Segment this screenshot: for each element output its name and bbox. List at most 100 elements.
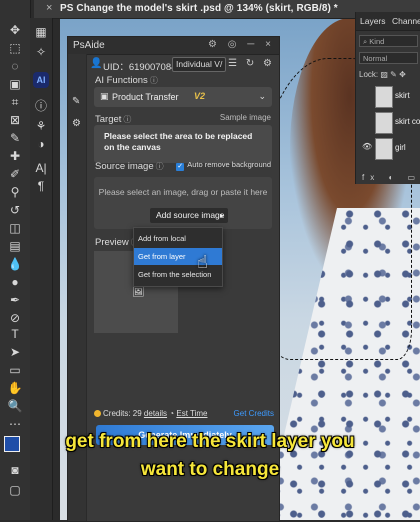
zoom-tool-icon[interactable]: 🔍 — [6, 398, 24, 414]
history-brush-icon[interactable]: ↺ — [6, 202, 24, 218]
layers-bottom-icons[interactable]: fx ◐ ▭ — [356, 173, 420, 182]
target-text: Target — [95, 114, 122, 125]
layer-row[interactable]: 👁 girl — [359, 136, 420, 160]
panel-header[interactable]: PsAide ⚙ ◎ ─ × — [68, 37, 279, 55]
search-icon: ⌕ — [363, 37, 368, 46]
lock-row: Lock: ▨ ✎ ✥ — [359, 70, 406, 79]
lock-icons[interactable]: ▨ ✎ ✥ — [380, 70, 405, 79]
ai-functions-text: AI Functions — [95, 75, 148, 86]
eyedropper-tool-icon[interactable]: ✎ — [6, 130, 24, 146]
move-tool-icon[interactable]: ✥ — [6, 22, 24, 38]
dodge-tool-icon[interactable]: ● — [6, 274, 24, 290]
paragraph-icon[interactable]: ¶ — [32, 178, 50, 194]
kind-filter[interactable]: ⌕ Kind — [359, 35, 418, 47]
add-source-label: Add source image — [156, 210, 225, 220]
tab-channels[interactable]: Channels — [392, 16, 420, 26]
source-image-text: Source image — [95, 161, 154, 172]
layer-thumbnail — [375, 86, 393, 108]
tab-layers[interactable]: Layers — [360, 16, 386, 26]
target-message: Please select the area to be replaced on… — [104, 131, 253, 152]
source-help-icon[interactable]: ⓘ — [156, 162, 164, 171]
target-help-icon[interactable]: ⓘ — [123, 115, 131, 124]
eraser-tool-icon[interactable]: ◫ — [6, 220, 24, 236]
layer-row[interactable]: skirt — [359, 84, 420, 108]
info-icon[interactable]: ⓘ — [32, 98, 50, 114]
object-select-tool-icon[interactable]: ▣ — [6, 76, 24, 92]
rectangle-tool-icon[interactable]: ▭ — [6, 362, 24, 378]
sample-image-link[interactable]: Sample image — [220, 113, 271, 122]
target-label: Target ⓘ — [95, 114, 131, 125]
menu-item-add-from-local[interactable]: Add from local — [134, 230, 222, 247]
panel-title: PsAide — [73, 40, 105, 51]
menu-item-get-from-layer[interactable]: Get from layer — [134, 248, 222, 265]
details-link[interactable]: details — [144, 409, 167, 418]
blend-mode-select[interactable]: Normal — [359, 52, 418, 64]
user-row-icons[interactable]: ☰ ↻ ⚙ — [228, 58, 275, 69]
user-icon: 👤 — [90, 58, 103, 69]
settings-icon[interactable]: ⚙ — [72, 118, 81, 129]
kind-filter-value: Kind — [369, 37, 385, 46]
auto-remove-label: Auto remove background — [187, 160, 271, 169]
layer-name: girl — [395, 143, 406, 152]
layer-name: skirt — [395, 91, 410, 100]
uid-text: UID：619007084 — [103, 62, 177, 73]
toolbar2-icon-2[interactable]: ✧ — [32, 44, 50, 60]
screen-mode-icon[interactable]: ▢ — [6, 482, 24, 498]
type-tool-icon[interactable]: T — [6, 326, 24, 342]
marquee-tool-icon[interactable]: ⬚ — [6, 40, 24, 56]
crop-tool-icon[interactable]: ⌗ — [6, 94, 24, 110]
est-time-link[interactable]: Est Time — [176, 409, 207, 418]
lock-label: Lock: — [359, 70, 379, 79]
gradient-tool-icon[interactable]: ▤ — [6, 238, 24, 254]
eye-icon[interactable]: 👁 — [362, 142, 372, 151]
frame-tool-icon[interactable]: ⊠ — [6, 112, 24, 128]
edit-icon[interactable]: ✎ — [72, 96, 80, 107]
character-icon[interactable]: A| — [32, 160, 50, 176]
credits-count: Credits: 29 — [103, 409, 142, 418]
add-source-image-button[interactable]: Add source image ▸ — [150, 208, 228, 223]
clone-stamp-icon[interactable]: ⚲ — [6, 184, 24, 200]
clock-icon: ◔ — [169, 409, 175, 418]
help-icon[interactable]: ⓘ — [150, 76, 158, 85]
auto-remove-checkbox[interactable]: ✓ Auto remove background — [176, 160, 271, 171]
checkbox-checked-icon: ✓ — [176, 163, 185, 171]
credits-row: Credits: 29 details ◔ Est Time Get Credi… — [94, 409, 274, 421]
adjust-icon[interactable]: ⚘ — [32, 118, 50, 134]
pointer-hand-icon: ☝ — [197, 252, 208, 272]
subtitle-line-1: get from here the skirt layer you — [65, 431, 355, 452]
toolbar2-icon-1[interactable]: ▦ — [32, 24, 50, 40]
hand-tool-icon[interactable]: ✋ — [6, 380, 24, 396]
layer-name: skirt copy — [395, 117, 420, 126]
color-icon[interactable]: ◑ — [32, 136, 50, 152]
layer-row[interactable]: skirt copy — [359, 110, 420, 134]
ai-functions-label: AI Functions ⓘ — [95, 75, 158, 86]
psaide-plugin-icon[interactable]: AI — [33, 72, 49, 88]
pen-tool-icon[interactable]: ✒ — [6, 292, 24, 308]
path-select-tool-icon[interactable]: ➤ — [6, 344, 24, 360]
lasso-tool-icon[interactable]: ◌ — [6, 58, 24, 74]
function-version: V2 — [194, 91, 206, 101]
chevron-right-icon: ▸ — [219, 211, 224, 220]
brush-tool-icon[interactable]: ✐ — [6, 166, 24, 182]
menu-item-get-from-selection[interactable]: Get from the selection — [134, 266, 222, 283]
layer-thumbnail — [375, 112, 393, 134]
coin-icon — [94, 410, 101, 417]
layers-tabs: Layers Channels — [356, 12, 420, 31]
source-drop-zone[interactable]: Please select an image, drag or paste it… — [94, 177, 272, 229]
image-placeholder-icon: 🖼 — [132, 287, 145, 298]
target-area-box[interactable]: Please select the area to be replaced on… — [94, 125, 272, 163]
add-source-dropdown: Add from local Get from layer Get from t… — [133, 227, 223, 287]
user-info-row: 👤 UID：619007084 Individual V/ ☰ ↻ ⚙ — [90, 57, 275, 73]
document-title: PS Change the model's skirt .psd @ 134% … — [60, 3, 338, 14]
function-select[interactable]: ▣ Product Transfer V2 ⌄ — [94, 87, 272, 107]
pen-sub-tool-icon[interactable]: ⊘ — [6, 310, 24, 326]
blur-tool-icon[interactable]: 💧 — [6, 256, 24, 272]
layers-panel: Layers Channels ⌕ Kind Normal Lock: ▨ ✎ … — [355, 12, 420, 184]
preview-text: Preview — [95, 237, 129, 248]
healing-brush-icon[interactable]: ✚ — [6, 148, 24, 164]
tab-close-icon[interactable]: × — [46, 2, 52, 14]
panel-header-icons[interactable]: ⚙ ◎ ─ × — [208, 39, 275, 50]
plan-badge: Individual V/ — [172, 57, 227, 72]
function-icon: ▣ — [100, 91, 109, 101]
get-credits-link[interactable]: Get Credits — [234, 409, 274, 418]
